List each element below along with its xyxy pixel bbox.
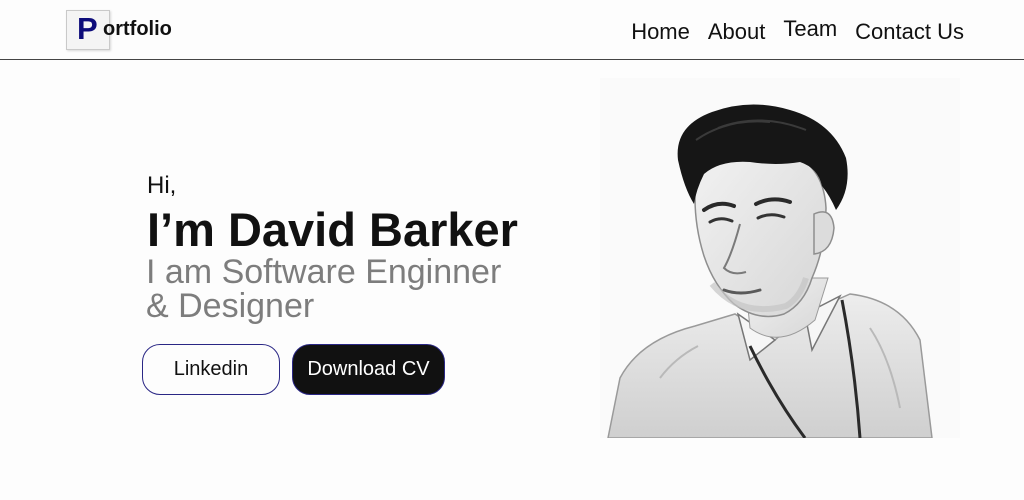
download-cv-button[interactable]: Download CV xyxy=(292,344,445,395)
profile-photo xyxy=(600,78,960,438)
hero-role-line1: I am Software Enginner xyxy=(146,253,502,291)
nav-home[interactable]: Home xyxy=(631,18,690,46)
logo-text: ortfolio xyxy=(103,18,172,40)
logo-letter: P xyxy=(77,11,98,46)
hero-greeting: Hi, xyxy=(147,172,177,199)
profile-photo-illustration xyxy=(600,78,960,438)
main-nav: Home About Team Contact Us xyxy=(613,15,964,46)
nav-about[interactable]: About xyxy=(708,18,766,46)
hero-role-line2: & Designer xyxy=(146,287,315,325)
hero-role: I am Software Enginner & Designer xyxy=(146,255,546,323)
linkedin-button[interactable]: Linkedin xyxy=(142,344,280,395)
hero-name: I’m David Barker xyxy=(147,203,518,256)
site-header: P ortfolio Home About Team Contact Us xyxy=(0,0,1024,60)
logo[interactable]: P ortfolio xyxy=(66,10,172,50)
nav-team[interactable]: Team xyxy=(783,15,837,43)
nav-contact-us[interactable]: Contact Us xyxy=(855,18,964,46)
